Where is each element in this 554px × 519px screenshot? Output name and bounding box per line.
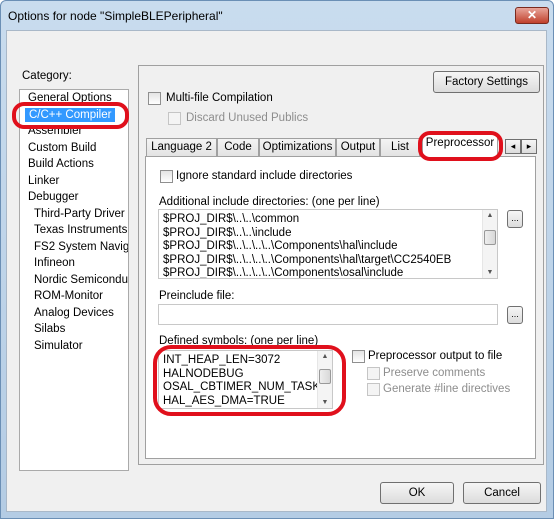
ignore-std-checkbox[interactable] [160, 170, 173, 183]
text-line: $PROJ_DIR$\..\..\include [163, 226, 292, 239]
category-item[interactable]: Linker [28, 175, 59, 187]
preinclude-browse-button[interactable]: ... [507, 306, 523, 324]
text-line: INT_HEAP_LEN=3072 [163, 354, 281, 366]
text-line: HAL_AES_DMA=TRUE [163, 394, 285, 407]
category-item[interactable]: Nordic Semiconductor [34, 274, 128, 286]
category-item[interactable]: Debugger [28, 191, 79, 203]
category-item[interactable]: FS2 System Navigator [34, 241, 128, 253]
chevron-left-icon: ◂ [510, 141, 516, 151]
pp-output-checkbox[interactable] [352, 350, 365, 363]
category-label: Category: [22, 70, 72, 82]
line-directives-label: Generate #line directives [383, 383, 511, 395]
defined-symbols-textarea[interactable]: ▲ ▼ INT_HEAP_LEN=3072 HALNODEBUG OSAL_CBTIM… [158, 350, 333, 409]
category-item[interactable]: ROM-Monitor [34, 290, 103, 302]
tab-scroll-left[interactable]: ◂ [505, 139, 521, 154]
include-dirs-textarea[interactable]: ▲ ▼ $PROJ_DIR$\..\..\common $PROJ_DIR$\..\… [158, 209, 498, 279]
text-line: $PROJ_DIR$\..\..\..\..\Components\hal\ta… [163, 253, 452, 266]
category-item[interactable]: Build Actions [28, 158, 94, 170]
preserve-comments-checkbox[interactable] [367, 367, 380, 380]
include-dirs-label: Additional include directories: (one per… [159, 196, 380, 208]
category-item[interactable]: Silabs [34, 323, 65, 335]
ignore-std-label: Ignore standard include directories [176, 170, 353, 182]
text-line: $PROJ_DIR$\..\..\common [163, 213, 300, 225]
category-item[interactable]: Analog Devices [34, 307, 114, 319]
include-scrollbar[interactable]: ▲ ▼ [482, 210, 497, 278]
tab-scroll-right[interactable]: ▸ [521, 139, 537, 154]
close-button[interactable]: ✕ [515, 7, 549, 24]
category-item[interactable]: Assembler [28, 125, 82, 137]
line-directives-checkbox[interactable] [367, 383, 380, 396]
preserve-comments-label: Preserve comments [383, 367, 486, 379]
category-item[interactable]: Simulator [34, 340, 83, 352]
multi-file-checkbox[interactable] [148, 92, 161, 105]
category-item[interactable]: Infineon [34, 257, 75, 269]
category-item[interactable]: General Options [28, 92, 112, 104]
preinclude-input[interactable] [158, 304, 498, 325]
defined-scrollbar[interactable]: ▲ ▼ [317, 351, 332, 408]
text-line: OSAL_CBTIMER_NUM_TASKS=1 [163, 381, 333, 393]
chevron-right-icon: ▸ [526, 141, 532, 151]
category-list[interactable]: General Options C/C++ Compiler Assembler Cu… [19, 89, 129, 471]
tab-code[interactable]: Code [217, 138, 259, 156]
window-title: Options for node "SimpleBLEPeripheral" [8, 9, 223, 23]
preinclude-label: Preinclude file: [159, 290, 235, 302]
pp-output-label: Preprocessor output to file [368, 350, 503, 362]
text-line: $PROJ_DIR$\..\..\..\..\Components\osal\i… [163, 267, 404, 279]
multi-file-label: Multi-file Compilation [166, 92, 273, 104]
ok-button[interactable]: OK [380, 482, 454, 504]
category-item[interactable]: C/C++ Compiler [25, 107, 116, 122]
cancel-button[interactable]: Cancel [463, 482, 541, 504]
factory-settings-button[interactable]: Factory Settings [433, 71, 540, 93]
category-item[interactable]: Custom Build [28, 142, 96, 154]
defined-symbols-label: Defined symbols: (one per line) [159, 335, 319, 347]
category-item[interactable]: Third-Party Driver [34, 208, 125, 220]
tab-optimizations[interactable]: Optimizations [259, 138, 336, 156]
close-icon: ✕ [526, 8, 538, 22]
text-line: HALNODEBUG [163, 367, 244, 380]
include-browse-button[interactable]: ... [507, 210, 523, 228]
text-line: $PROJ_DIR$\..\..\..\..\Components\hal\in… [163, 240, 398, 252]
tab-preprocessor[interactable]: Preprocessor [422, 134, 498, 157]
tab-list[interactable]: List [380, 138, 420, 156]
discard-unused-checkbox[interactable] [168, 112, 181, 125]
category-item[interactable]: Texas Instruments [34, 224, 127, 236]
tab-output[interactable]: Output [336, 138, 380, 156]
discard-unused-label: Discard Unused Publics [186, 112, 309, 124]
tab-language-2[interactable]: Language 2 [146, 138, 217, 156]
